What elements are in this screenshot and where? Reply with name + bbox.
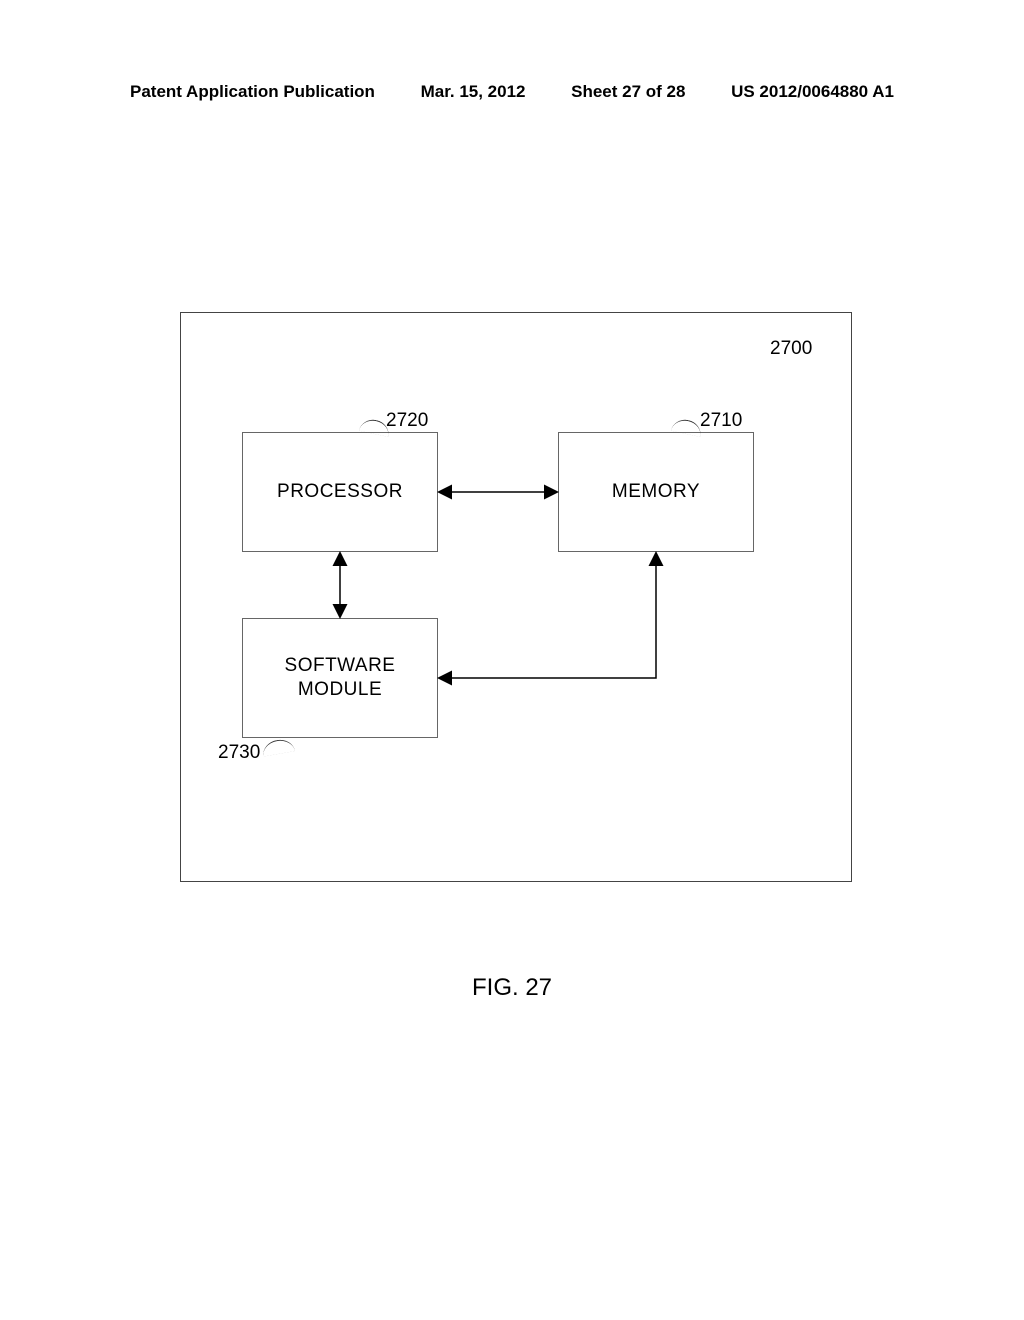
arrow-memory-software — [440, 554, 656, 678]
figure-label: FIG. 27 — [0, 974, 1024, 1002]
connectors — [0, 0, 1024, 1320]
